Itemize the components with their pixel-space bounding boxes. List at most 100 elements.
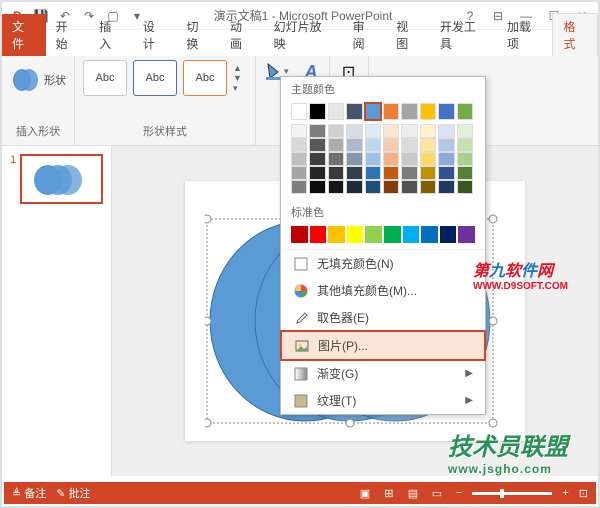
shade-color-swatch[interactable] (383, 166, 399, 180)
standard-color-swatch[interactable] (458, 226, 475, 243)
standard-color-swatch[interactable] (328, 226, 345, 243)
theme-color-swatch[interactable] (383, 103, 399, 120)
shade-color-swatch[interactable] (401, 124, 417, 138)
slide-thumbnail-1[interactable]: 1 (10, 154, 103, 204)
theme-color-swatch[interactable] (346, 103, 362, 120)
theme-color-swatch[interactable] (365, 103, 381, 120)
shade-color-swatch[interactable] (291, 124, 307, 138)
fit-window-icon[interactable]: ⊡ (579, 487, 588, 500)
standard-color-swatch[interactable] (347, 226, 364, 243)
shade-color-swatch[interactable] (328, 166, 344, 180)
zoom-out-button[interactable]: − (456, 487, 462, 499)
shade-color-swatch[interactable] (438, 124, 454, 138)
tab-animation[interactable]: 动画 (220, 14, 264, 56)
shade-color-swatch[interactable] (291, 180, 307, 194)
shade-color-swatch[interactable] (346, 166, 362, 180)
shade-color-swatch[interactable] (309, 124, 325, 138)
shade-color-swatch[interactable] (365, 138, 381, 152)
notes-button[interactable]: ≜ 备注 (12, 485, 46, 501)
standard-color-swatch[interactable] (291, 226, 308, 243)
shade-color-swatch[interactable] (291, 138, 307, 152)
shade-color-swatch[interactable] (401, 138, 417, 152)
theme-color-swatch[interactable] (291, 103, 307, 120)
menu-texture[interactable]: 纹理(T) ▶ (281, 387, 485, 414)
shade-color-swatch[interactable] (328, 124, 344, 138)
shade-color-swatch[interactable] (383, 152, 399, 166)
shade-color-swatch[interactable] (420, 166, 436, 180)
shade-color-swatch[interactable] (420, 152, 436, 166)
shade-color-swatch[interactable] (365, 180, 381, 194)
tab-developer[interactable]: 开发工具 (430, 14, 497, 56)
tab-file[interactable]: 文件 (2, 14, 46, 56)
shade-color-swatch[interactable] (291, 152, 307, 166)
standard-color-swatch[interactable] (384, 226, 401, 243)
tab-design[interactable]: 设计 (133, 14, 177, 56)
shade-color-swatch[interactable] (457, 166, 473, 180)
tab-transition[interactable]: 切换 (176, 14, 220, 56)
gallery-down-icon[interactable]: ▼ (233, 73, 247, 83)
menu-picture[interactable]: 图片(P)... (280, 330, 486, 361)
shade-color-swatch[interactable] (383, 138, 399, 152)
shade-color-swatch[interactable] (457, 180, 473, 194)
gallery-up-icon[interactable]: ▲ (233, 63, 247, 73)
theme-color-swatch[interactable] (420, 103, 436, 120)
shade-color-swatch[interactable] (457, 152, 473, 166)
shade-color-swatch[interactable] (365, 166, 381, 180)
shade-color-swatch[interactable] (309, 180, 325, 194)
shade-color-swatch[interactable] (365, 152, 381, 166)
shade-color-swatch[interactable] (438, 180, 454, 194)
shade-color-swatch[interactable] (438, 152, 454, 166)
theme-color-swatch[interactable] (309, 103, 325, 120)
shape-style-1[interactable]: Abc (83, 60, 127, 96)
shade-color-swatch[interactable] (401, 152, 417, 166)
theme-color-swatch[interactable] (438, 103, 454, 120)
gallery-more-icon[interactable]: ▾ (233, 83, 247, 94)
shade-color-swatch[interactable] (346, 180, 362, 194)
shade-color-swatch[interactable] (328, 152, 344, 166)
shade-color-swatch[interactable] (420, 124, 436, 138)
shade-color-swatch[interactable] (438, 166, 454, 180)
tab-addins[interactable]: 加载项 (497, 14, 552, 56)
standard-color-swatch[interactable] (421, 226, 438, 243)
shade-color-swatch[interactable] (328, 180, 344, 194)
shapes-button[interactable]: 形状 (44, 72, 66, 88)
menu-more-colors[interactable]: 其他填充颜色(M)... (281, 277, 485, 304)
tab-format[interactable]: 格式 (552, 13, 598, 56)
shade-color-swatch[interactable] (438, 138, 454, 152)
shade-color-swatch[interactable] (346, 124, 362, 138)
shade-color-swatch[interactable] (383, 180, 399, 194)
shade-color-swatch[interactable] (457, 124, 473, 138)
standard-color-swatch[interactable] (365, 226, 382, 243)
tab-home[interactable]: 开始 (46, 14, 90, 56)
shade-color-swatch[interactable] (365, 124, 381, 138)
shade-color-swatch[interactable] (420, 180, 436, 194)
shade-color-swatch[interactable] (291, 166, 307, 180)
zoom-slider[interactable] (472, 492, 552, 495)
menu-no-fill[interactable]: 无填充颜色(N) (281, 250, 485, 277)
slideshow-view-icon[interactable]: ▭ (428, 485, 446, 501)
theme-color-swatch[interactable] (457, 103, 473, 120)
reading-view-icon[interactable]: ▤ (404, 485, 422, 501)
theme-color-swatch[interactable] (328, 103, 344, 120)
theme-color-swatch[interactable] (401, 103, 417, 120)
shade-color-swatch[interactable] (401, 166, 417, 180)
tab-insert[interactable]: 插入 (89, 14, 133, 56)
shape-style-2[interactable]: Abc (133, 60, 177, 96)
tab-view[interactable]: 视图 (386, 14, 430, 56)
standard-color-swatch[interactable] (310, 226, 327, 243)
tab-review[interactable]: 审阅 (343, 14, 387, 56)
shade-color-swatch[interactable] (420, 138, 436, 152)
standard-color-swatch[interactable] (403, 226, 420, 243)
shade-color-swatch[interactable] (328, 138, 344, 152)
shade-color-swatch[interactable] (346, 138, 362, 152)
shade-color-swatch[interactable] (383, 124, 399, 138)
normal-view-icon[interactable]: ▣ (356, 485, 374, 501)
comments-button[interactable]: ✎ 批注 (56, 485, 90, 501)
zoom-in-button[interactable]: + (562, 487, 568, 499)
shade-color-swatch[interactable] (309, 138, 325, 152)
shape-style-3[interactable]: Abc (183, 60, 227, 96)
shapes-gallery-icon[interactable] (10, 60, 42, 100)
shade-color-swatch[interactable] (309, 152, 325, 166)
menu-gradient[interactable]: 渐变(G) ▶ (281, 360, 485, 387)
tab-slideshow[interactable]: 幻灯片放映 (264, 14, 343, 56)
